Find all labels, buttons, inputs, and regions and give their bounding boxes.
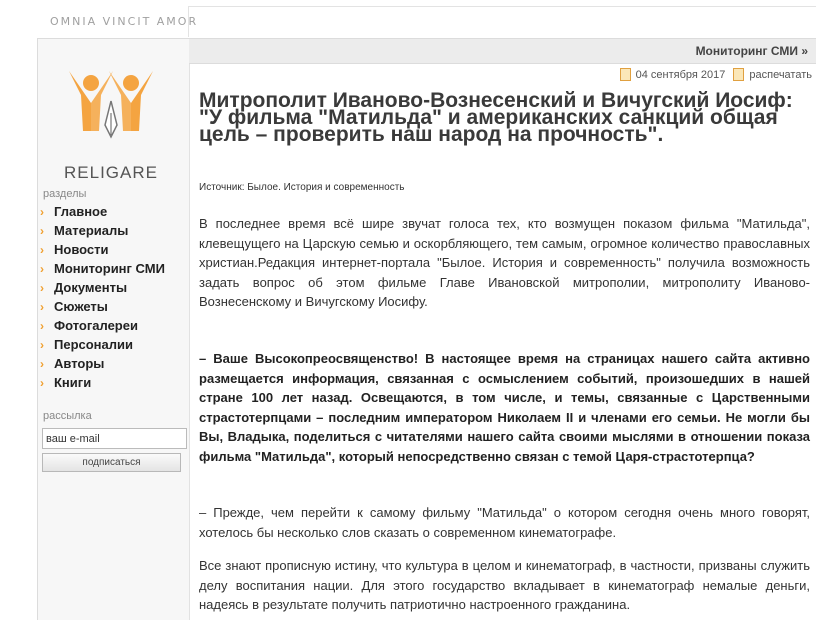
- chevron-right-icon: ›: [40, 375, 44, 390]
- menu-item-authors[interactable]: › Авторы: [40, 354, 165, 373]
- site-logo[interactable]: RELIGARE: [61, 67, 161, 197]
- newsletter-label: рассылка: [43, 410, 92, 422]
- article-intro: В последнее время всё шире звучат голоса…: [199, 216, 810, 309]
- chevron-right-icon: ›: [40, 242, 44, 257]
- answer-paragraph-2: Все знают прописную истину, что культура…: [199, 558, 810, 612]
- menu-item-label: Документы: [54, 280, 128, 295]
- breadcrumb[interactable]: Мониторинг СМИ »: [696, 44, 808, 58]
- menu-item-label: Персоналии: [54, 337, 134, 352]
- sections-label: разделы: [43, 188, 87, 200]
- menu-item-label: Материалы: [54, 223, 129, 238]
- chevron-right-icon: ›: [40, 356, 44, 371]
- chevron-right-icon: ›: [40, 280, 44, 295]
- calendar-icon: [619, 68, 631, 81]
- menu-item-persons[interactable]: › Персоналии: [40, 335, 165, 354]
- print-icon[interactable]: [733, 68, 745, 81]
- top-border: [188, 6, 816, 37]
- menu-item-label: Мониторинг СМИ: [54, 261, 165, 276]
- menu-item-label: Новости: [54, 242, 109, 257]
- chevron-right-icon: ›: [40, 318, 44, 333]
- chevron-right-icon: ›: [40, 299, 44, 314]
- menu-item-stories[interactable]: › Сюжеты: [40, 297, 165, 316]
- article-title: Митрополит Иваново-Вознесенский и Вичугс…: [199, 89, 793, 146]
- menu-item-photo-galleries[interactable]: › Фотогалереи: [40, 316, 165, 335]
- chevron-right-icon: ›: [40, 204, 44, 219]
- menu-item-label: Книги: [54, 375, 92, 390]
- sidebar: RELIGARE разделы › Главное › Материалы › Но…: [37, 38, 190, 620]
- breadcrumb-bar: Мониторинг СМИ »: [189, 38, 816, 64]
- chevron-right-icon: ›: [40, 223, 44, 238]
- menu-item-books[interactable]: › Книги: [40, 373, 165, 392]
- subscribe-button[interactable]: подписаться: [42, 453, 181, 472]
- menu-item-materials[interactable]: › Материалы: [40, 221, 165, 240]
- logo-text: RELIGARE: [64, 163, 158, 182]
- article-date: 04 сентября 2017: [635, 68, 726, 81]
- article-source: Источник: Былое. История и современность: [199, 182, 405, 193]
- menu-item-news[interactable]: › Новости: [40, 240, 165, 259]
- logo-figures-icon: [69, 71, 153, 139]
- site-motto: OMNIA VINCIT AMOR: [50, 15, 199, 28]
- answer-paragraph-1: – Прежде, чем перейти к самому фильму "М…: [199, 505, 810, 540]
- top-bar: OMNIA VINCIT AMOR: [0, 0, 816, 38]
- article-meta: 04 сентября 2017 распечатать: [619, 68, 812, 81]
- menu-item-label: Авторы: [54, 356, 105, 371]
- email-input[interactable]: [42, 428, 187, 449]
- print-link[interactable]: распечатать: [749, 69, 812, 81]
- menu-item-label: Главное: [54, 204, 108, 219]
- interview-question: – Ваше Высокопреосвященство! В настоящее…: [199, 351, 810, 464]
- menu-item-label: Сюжеты: [54, 299, 108, 314]
- menu-item-main[interactable]: › Главное: [40, 202, 165, 221]
- main-menu: › Главное › Материалы › Новости › Мониторинг…: [40, 202, 165, 392]
- menu-item-documents[interactable]: › Документы: [40, 278, 165, 297]
- menu-item-media-monitoring[interactable]: › Мониторинг СМИ: [40, 259, 165, 278]
- menu-item-label: Фотогалереи: [54, 318, 138, 333]
- chevron-right-icon: ›: [40, 337, 44, 352]
- chevron-right-icon: ›: [40, 261, 44, 276]
